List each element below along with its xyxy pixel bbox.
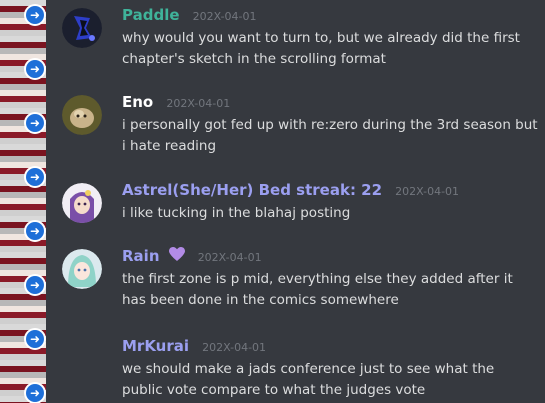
message-item: Rain 202X-04-01 the first zone is p mid,… (62, 245, 545, 311)
timestamp: 202X-04-01 (395, 185, 460, 198)
arrow-icon: ➜ (26, 114, 44, 132)
message-item: Paddle 202X-04-01 why would you want to … (62, 4, 545, 68)
username[interactable]: Rain (122, 247, 160, 265)
username[interactable]: Astrel(She/Her) Bed streak: 22 (122, 181, 382, 199)
message-item: MrKurai 202X-04-01 we should make a jads… (62, 335, 545, 401)
arrow-icon: ➜ (26, 384, 44, 402)
message-text: the first zone is p mid, everything else… (122, 271, 513, 308)
purple-heart-icon (168, 246, 185, 268)
message-text: i personally got fed up with re:zero dur… (122, 117, 538, 154)
timestamp: 202X-04-01 (166, 97, 231, 110)
username[interactable]: MrKurai (122, 337, 189, 355)
timestamp: 202X-04-01 (192, 10, 257, 23)
arrow-icon: ➜ (26, 276, 44, 294)
username[interactable]: Paddle (122, 6, 180, 24)
timestamp: 202X-04-01 (197, 251, 262, 264)
arrow-icon: ➜ (26, 330, 44, 348)
avatar[interactable] (62, 249, 102, 289)
message-text: i like tucking in the blahaj posting (122, 205, 351, 221)
avatar[interactable] (62, 8, 102, 48)
arrow-icon: ➜ (26, 222, 44, 240)
avatar[interactable] (62, 183, 102, 223)
message-item: Eno 202X-04-01 i personally got fed up w… (62, 91, 545, 155)
username[interactable]: Eno (122, 93, 153, 111)
avatar[interactable] (62, 95, 102, 135)
arrow-icon: ➜ (26, 60, 44, 78)
arrow-icon: ➜ (26, 168, 44, 186)
server-banner-strip: ➜ ➜ ➜ ➜ ➜ ➜ ➜ ➜ (0, 0, 46, 403)
message-text: why would you want to turn to, but we al… (122, 30, 520, 67)
arrow-icon: ➜ (26, 6, 44, 24)
timestamp: 202X-04-01 (202, 341, 267, 354)
message-item: Astrel(She/Her) Bed streak: 22 202X-04-0… (62, 179, 545, 223)
message-text: we should make a jads conference just to… (122, 361, 495, 398)
